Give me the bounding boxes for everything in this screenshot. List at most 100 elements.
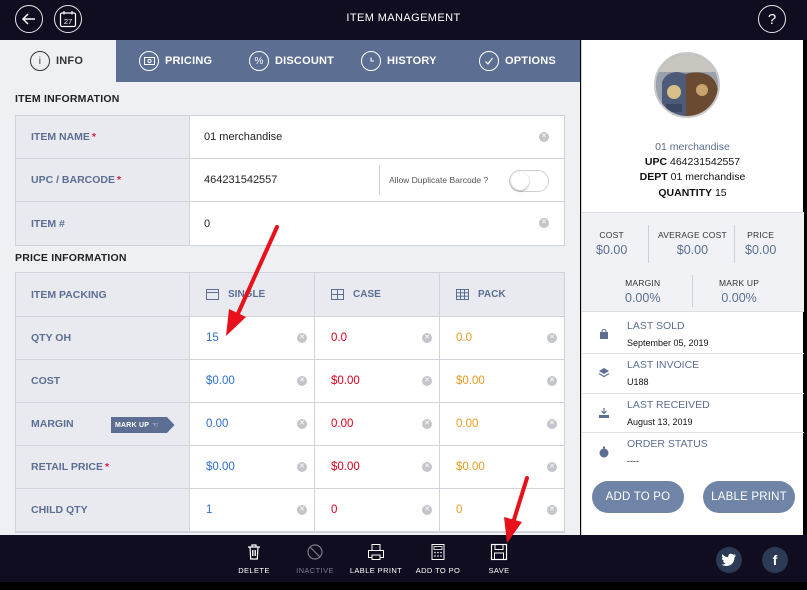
item-number-input[interactable]: 0 ✕ <box>190 202 564 245</box>
clear-icon[interactable]: ✕ <box>297 462 307 472</box>
retail-price-case-input[interactable]: $0.00 ✕ <box>315 446 440 488</box>
child-qty-single-input[interactable]: 1 ✕ <box>190 489 315 531</box>
product-upc: UPC 464231542557 <box>644 156 741 168</box>
tab-options[interactable]: OPTIONS <box>462 40 580 82</box>
qty-oh-case-input[interactable]: 0.0 ✕ <box>315 317 440 359</box>
clear-icon[interactable]: ✕ <box>422 333 432 343</box>
cost-label: COST <box>16 360 190 402</box>
order-status: ORDER STATUS ---- <box>582 436 804 474</box>
child-qty-row: CHILD QTY 1 ✕ 0 ✕ 0 ✕ <box>16 489 564 532</box>
divider <box>582 353 804 354</box>
tab-history[interactable]: HISTORY <box>347 40 462 82</box>
qty-oh-label: QTY OH <box>16 317 190 359</box>
item-number-row: ITEM # 0 ✕ <box>16 202 564 245</box>
bottom-strip <box>0 582 807 590</box>
bag-icon <box>600 329 608 339</box>
info-icon: i <box>30 51 50 71</box>
top-bar: 27 ITEM MANAGEMENT ? <box>0 0 807 40</box>
retail-price-label: RETAIL PRICE * <box>16 446 190 488</box>
twitter-icon <box>721 553 736 566</box>
child-qty-pack-input[interactable]: 0 ✕ <box>440 489 564 531</box>
clear-icon[interactable]: ✕ <box>547 333 557 343</box>
required-mark: * <box>91 131 97 143</box>
margin-pack-input[interactable]: 0.00 ✕ <box>440 403 564 445</box>
clear-icon[interactable]: ✕ <box>539 132 549 142</box>
item-name-input[interactable]: 01 merchandise ✕ <box>190 116 564 158</box>
single-icon <box>206 289 219 300</box>
tab-label: OPTIONS <box>505 55 556 67</box>
clear-icon[interactable]: ✕ <box>297 376 307 386</box>
stat-margin: MARGIN 0.00% <box>625 278 661 305</box>
bottom-toolbar: DELETE INACTIVE LABLE PRINT ADD TO PO SA… <box>0 535 807 582</box>
cost-case-input[interactable]: $0.00 ✕ <box>315 360 440 402</box>
clear-icon[interactable]: ✕ <box>422 419 432 429</box>
item-packing-label: ITEM PACKING <box>16 273 190 316</box>
product-name: 01 merchandise <box>655 141 730 153</box>
cost-pack-input[interactable]: $0.00 ✕ <box>440 360 564 402</box>
save-button[interactable]: SAVE <box>469 543 529 575</box>
column-single[interactable]: SINGLE <box>190 273 315 316</box>
margin-single-input[interactable]: 0.00 ✕ <box>190 403 315 445</box>
clear-icon[interactable]: ✕ <box>422 462 432 472</box>
clear-icon[interactable]: ✕ <box>547 376 557 386</box>
upc-label: UPC / BARCODE * <box>16 159 190 201</box>
retail-price-row: RETAIL PRICE * $0.00 ✕ $0.00 ✕ $0.00 ✕ <box>16 446 564 489</box>
clear-icon[interactable]: ✕ <box>422 505 432 515</box>
child-qty-label: CHILD QTY <box>16 489 190 531</box>
clear-icon[interactable]: ✕ <box>297 505 307 515</box>
stopwatch-icon <box>599 446 609 458</box>
lable-print-button[interactable]: LABLE PRINT <box>703 481 795 513</box>
tab-pricing[interactable]: PRICING <box>116 40 229 82</box>
clear-icon[interactable]: ✕ <box>547 462 557 472</box>
child-qty-case-input[interactable]: 0 ✕ <box>315 489 440 531</box>
tab-label: INFO <box>56 55 84 67</box>
clear-icon[interactable]: ✕ <box>297 333 307 343</box>
retail-price-single-input[interactable]: $0.00 ✕ <box>190 446 315 488</box>
clear-icon[interactable]: ✕ <box>547 419 557 429</box>
inactive-button[interactable]: INACTIVE <box>285 543 345 575</box>
upc-input[interactable]: 464231542557 Allow Duplicate Barcode ? <box>190 159 564 201</box>
cost-single-input[interactable]: $0.00 ✕ <box>190 360 315 402</box>
item-information-title: ITEM INFORMATION <box>15 93 120 105</box>
block-icon <box>307 544 323 560</box>
percent-icon: % <box>249 51 269 71</box>
clear-icon[interactable]: ✕ <box>297 419 307 429</box>
clear-icon[interactable]: ✕ <box>539 218 549 228</box>
tab-discount[interactable]: % DISCOUNT <box>229 40 347 82</box>
tab-bar: i INFO PRICING % DISCOUNT HISTORY OPTION… <box>0 40 580 82</box>
column-pack[interactable]: PACK <box>440 273 564 316</box>
item-summary-panel: 01 merchandise UPC 464231542557 DEPT 01 … <box>581 40 804 535</box>
last-received: LAST RECEIVED August 13, 2019 <box>582 397 804 435</box>
stat-price: PRICE $0.00 <box>745 230 777 257</box>
required-mark: * <box>104 461 110 473</box>
add-to-po-button[interactable]: ADD TO PO <box>592 481 684 513</box>
divider <box>648 225 649 263</box>
stat-cost: COST $0.00 <box>596 230 628 257</box>
facebook-button[interactable]: f <box>762 547 788 573</box>
clear-icon[interactable]: ✕ <box>547 505 557 515</box>
margin-case-input[interactable]: 0.00 ✕ <box>315 403 440 445</box>
tab-info[interactable]: i INFO <box>0 40 116 82</box>
retail-price-pack-input[interactable]: $0.00 ✕ <box>440 446 564 488</box>
allow-duplicate-toggle[interactable] <box>509 170 549 192</box>
markup-toggle-button[interactable]: MARK UP ☜ <box>111 417 175 433</box>
stat-markup: MARK UP 0.00% <box>719 278 760 305</box>
product-image[interactable] <box>654 52 720 118</box>
lable-print-toolbar-button[interactable]: LABLE PRINT <box>346 543 406 575</box>
last-invoice: LAST INVOICE U188 <box>582 357 804 395</box>
qty-oh-single-input[interactable]: 15 ✕ <box>190 317 315 359</box>
clear-icon[interactable]: ✕ <box>422 376 432 386</box>
calculator-icon <box>431 544 445 560</box>
item-name-value: 01 merchandise <box>204 131 283 143</box>
tray-icon <box>599 408 609 418</box>
add-to-po-toolbar-button[interactable]: ADD TO PO <box>408 543 468 575</box>
price-information-title: PRICE INFORMATION <box>15 252 127 264</box>
divider <box>692 275 693 307</box>
twitter-button[interactable] <box>716 547 742 573</box>
facebook-icon: f <box>772 552 778 568</box>
qty-oh-pack-input[interactable]: 0.0 ✕ <box>440 317 564 359</box>
delete-button[interactable]: DELETE <box>224 543 284 575</box>
help-button[interactable]: ? <box>758 5 786 33</box>
column-case[interactable]: CASE <box>315 273 440 316</box>
upc-row: UPC / BARCODE * 464231542557 Allow Duplic… <box>16 159 564 202</box>
